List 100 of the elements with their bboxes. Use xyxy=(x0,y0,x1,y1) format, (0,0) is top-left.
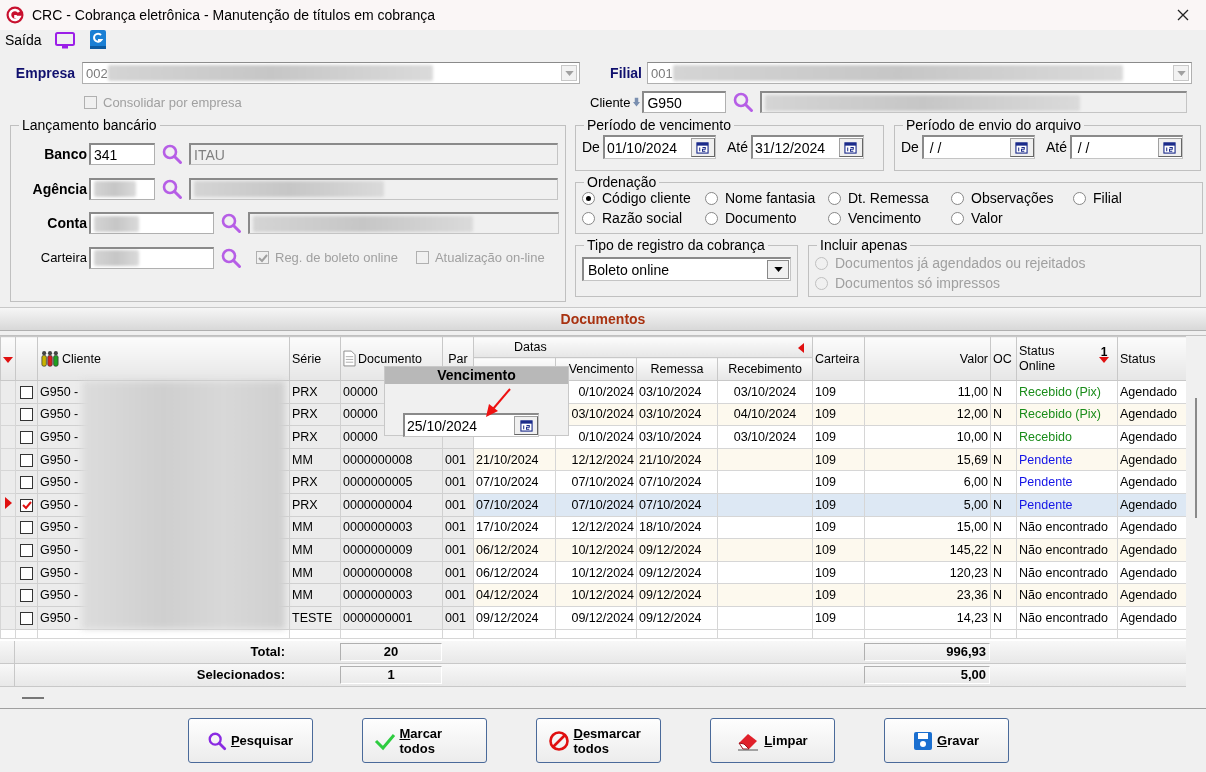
checkbox[interactable] xyxy=(20,431,33,445)
search-icon[interactable] xyxy=(732,91,755,113)
table-cell: 109 xyxy=(812,380,865,404)
calendar-button[interactable] xyxy=(1157,138,1182,157)
action-button[interactable]: Gravar xyxy=(883,718,1009,763)
search-icon[interactable] xyxy=(161,177,183,200)
table-cell: 15,00 xyxy=(864,516,991,539)
collapse-arrow-icon[interactable] xyxy=(798,343,805,353)
radio-button[interactable] xyxy=(951,211,964,225)
column-label: Status Online xyxy=(1019,343,1057,374)
document-icon xyxy=(343,350,356,367)
radio-button[interactable] xyxy=(828,211,841,225)
monitor-icon[interactable] xyxy=(53,30,76,50)
checkbox[interactable] xyxy=(20,544,33,558)
radio-button[interactable] xyxy=(951,191,964,205)
checkbox[interactable] xyxy=(20,521,33,535)
column-header[interactable]: Carteira xyxy=(812,336,865,381)
down-arrow-icon xyxy=(633,97,641,107)
checkbox[interactable] xyxy=(20,498,33,512)
close-icon[interactable] xyxy=(1177,9,1189,21)
table-cell: 17/10/2024 xyxy=(473,516,556,539)
radio-button[interactable] xyxy=(828,191,841,205)
field-label: Até xyxy=(1045,139,1067,155)
group-title: Ordenação xyxy=(586,174,658,190)
date-field[interactable]: / / xyxy=(1069,135,1183,159)
search-icon xyxy=(206,730,227,751)
company-select[interactable]: 002 xyxy=(82,62,580,84)
table-cell: 09/12/2024 xyxy=(555,606,637,630)
collapse-handle-icon[interactable] xyxy=(22,696,44,699)
book-icon[interactable] xyxy=(87,29,108,51)
field-label: Cliente xyxy=(590,94,631,110)
calendar-button[interactable] xyxy=(838,138,863,157)
table-cell: N xyxy=(990,516,1017,539)
wallet-field[interactable] xyxy=(89,246,214,269)
table-cell: N xyxy=(990,470,1017,494)
column-header[interactable]: Status xyxy=(1117,336,1187,381)
radio-button[interactable] xyxy=(582,211,595,225)
status-cell: Recebido xyxy=(1016,425,1118,449)
table-cell: 03/10/2024 xyxy=(717,380,813,404)
table-cell: 06/12/2024 xyxy=(473,561,556,584)
radio-button[interactable] xyxy=(705,191,718,205)
client-code-field[interactable]: G950 xyxy=(642,91,727,113)
date-field[interactable]: 31/12/2024 xyxy=(750,135,864,159)
table-cell: 120,23 xyxy=(864,561,991,584)
column-header[interactable]: Status Online 1 xyxy=(1016,336,1118,381)
action-button[interactable]: Marcar todos xyxy=(361,718,487,763)
calendar-button[interactable] xyxy=(690,138,715,157)
checkbox[interactable] xyxy=(20,453,33,467)
row-indicator[interactable] xyxy=(0,493,16,517)
table-cell: 10,00 xyxy=(864,425,991,449)
field-label: Carteira xyxy=(39,250,87,266)
column-header[interactable]: OC xyxy=(990,336,1017,381)
scrollbar-thumb[interactable] xyxy=(1195,398,1197,518)
radio-label: Documento xyxy=(725,210,797,226)
date-field[interactable]: 01/10/2024 xyxy=(602,135,716,159)
pointer-arrow xyxy=(486,388,511,417)
action-button[interactable]: Pesquisar xyxy=(187,718,313,763)
checkbox[interactable] xyxy=(20,408,33,422)
column-header[interactable]: Valor xyxy=(864,336,991,381)
branch-select[interactable]: 001 xyxy=(647,62,1192,84)
checkbox[interactable] xyxy=(20,385,33,399)
field-label: De xyxy=(901,139,919,155)
agency-field[interactable] xyxy=(89,177,155,200)
column-label: Documento xyxy=(358,351,422,366)
column-header[interactable]: Série xyxy=(289,336,341,381)
column-header[interactable]: Cliente xyxy=(37,336,290,381)
radio-button[interactable] xyxy=(1073,191,1086,205)
bank-code-field[interactable]: 341 xyxy=(89,143,155,166)
calendar-button[interactable] xyxy=(1009,138,1034,157)
total-value: 5,00 xyxy=(864,665,990,684)
status-cell: Pendente xyxy=(1016,470,1118,494)
checkbox[interactable] xyxy=(20,566,33,580)
account-field[interactable] xyxy=(89,212,214,235)
table-cell: 07/10/2024 xyxy=(555,470,637,494)
date-field[interactable]: 25/10/2024 xyxy=(403,413,539,437)
checkbox[interactable] xyxy=(20,589,33,603)
search-icon[interactable] xyxy=(161,143,183,166)
search-icon[interactable] xyxy=(220,246,242,269)
status-cell: Recebido (Pix) xyxy=(1016,380,1118,404)
checkbox[interactable] xyxy=(20,476,33,490)
caret-icon[interactable] xyxy=(773,267,783,272)
radio-label: Documentos já agendados ou rejeitados xyxy=(835,255,1086,271)
sort-arrow-icon[interactable] xyxy=(3,356,13,363)
menu-item[interactable]: Saída xyxy=(5,32,42,48)
table-cell: 09/12/2024 xyxy=(473,606,556,630)
date-field[interactable]: / / xyxy=(921,135,1035,159)
action-button[interactable]: Desmarcar todos xyxy=(535,718,661,763)
table-cell: 09/12/2024 xyxy=(636,561,718,584)
table-cell: 18/10/2024 xyxy=(636,516,718,539)
radio-button[interactable] xyxy=(705,211,718,225)
registration-type-select[interactable]: Boleto online xyxy=(582,257,791,281)
radio-button[interactable] xyxy=(582,191,595,205)
search-icon[interactable] xyxy=(220,212,242,235)
checkbox[interactable] xyxy=(20,611,33,625)
group-title: Incluir apenas xyxy=(819,237,909,253)
table-cell: 109 xyxy=(812,561,865,584)
calendar-button[interactable] xyxy=(514,416,538,435)
status-cell: Não encontrado xyxy=(1016,561,1118,584)
table-cell: 11,00 xyxy=(864,380,991,404)
action-button[interactable]: Limpar xyxy=(709,718,835,763)
